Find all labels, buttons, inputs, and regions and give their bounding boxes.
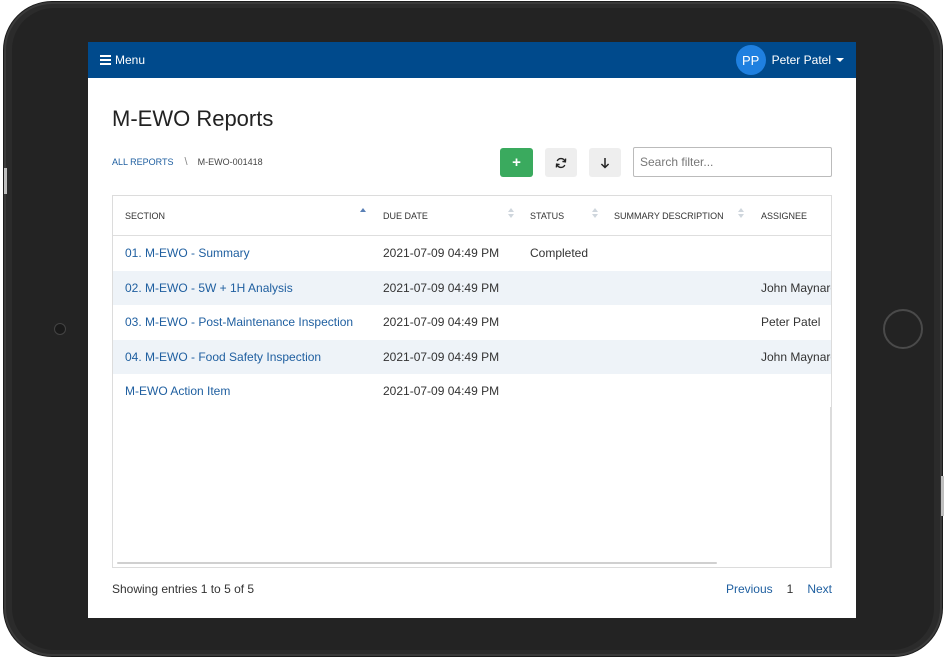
- menu-button[interactable]: Menu: [100, 53, 145, 67]
- sort-icon[interactable]: [738, 208, 744, 222]
- column-header-due-date[interactable]: DUE DATE: [383, 196, 428, 236]
- hamburger-icon: [100, 53, 111, 67]
- assignee-cell: Peter Patel: [761, 315, 821, 329]
- section-link[interactable]: 03. M-EWO - Post-Maintenance Inspection: [125, 305, 353, 339]
- column-header-label: DUE DATE: [383, 211, 428, 221]
- section-link[interactable]: 04. M-EWO - Food Safety Inspection: [125, 340, 321, 374]
- pagination: Previous 1 Next: [712, 582, 832, 596]
- avatar: PP: [735, 45, 766, 75]
- entries-info: Showing entries 1 to 5 of 5: [112, 582, 255, 596]
- breadcrumb-current: M-EWO-001418: [197, 157, 263, 167]
- user-menu[interactable]: PP Peter Patel: [735, 45, 844, 75]
- page-title: M-EWO Reports: [112, 106, 274, 131]
- menu-label: Menu: [115, 53, 146, 67]
- user-name: Peter Patel: [771, 53, 831, 67]
- refresh-icon: [555, 157, 567, 168]
- section-link[interactable]: 01. M-EWO - Summary: [125, 236, 250, 270]
- due-date-cell: 2021-07-09 04:49 PM: [383, 384, 500, 398]
- app-screen: Menu PP Peter Patel M-EWO Reports ALL RE…: [88, 42, 856, 618]
- column-header-section[interactable]: SECTION: [125, 196, 165, 236]
- section-link[interactable]: M-EWO Action Item: [125, 374, 230, 408]
- table-row[interactable]: 01. M-EWO - Summary 2021-07-09 04:49 PM …: [113, 236, 831, 270]
- assignee-cell: John Maynard: [761, 350, 832, 364]
- table-row[interactable]: M-EWO Action Item 2021-07-09 04:49 PM: [113, 374, 831, 408]
- side-button: [941, 476, 944, 516]
- horizontal-scrollbar[interactable]: [117, 562, 717, 564]
- column-header-label: SUMMARY DESCRIPTION: [614, 211, 724, 221]
- volume-button: [4, 168, 7, 194]
- reports-table: SECTION DUE DATE STATUS SUMMARY DESCRIPT…: [112, 195, 832, 568]
- sort-asc-icon[interactable]: [360, 208, 366, 222]
- assignee-cell: John Maynard: [761, 281, 832, 295]
- breadcrumb-separator: \: [184, 156, 188, 168]
- column-header-label: ASSIGNEE: [761, 211, 808, 221]
- sort-icon[interactable]: [508, 208, 514, 222]
- download-button[interactable]: [589, 148, 621, 177]
- refresh-button[interactable]: [545, 148, 577, 177]
- breadcrumb: ALL REPORTS \ M-EWO-001418: [112, 156, 263, 168]
- previous-page-link[interactable]: Previous: [726, 582, 773, 596]
- home-button[interactable]: [883, 309, 923, 349]
- top-navbar: Menu PP Peter Patel: [88, 42, 856, 78]
- current-page[interactable]: 1: [787, 582, 794, 596]
- next-page-link[interactable]: Next: [807, 582, 832, 596]
- column-header-summary[interactable]: SUMMARY DESCRIPTION: [614, 196, 724, 236]
- camera-icon: [54, 323, 66, 335]
- due-date-cell: 2021-07-09 04:49 PM: [383, 246, 500, 260]
- plus-icon: +: [512, 154, 521, 171]
- table-row[interactable]: 03. M-EWO - Post-Maintenance Inspection …: [113, 305, 831, 339]
- sort-icon[interactable]: [592, 208, 598, 222]
- section-link[interactable]: 02. M-EWO - 5W + 1H Analysis: [125, 271, 293, 305]
- column-header-label: SECTION: [125, 211, 166, 221]
- due-date-cell: 2021-07-09 04:49 PM: [383, 350, 500, 364]
- column-header-status[interactable]: STATUS: [530, 196, 564, 236]
- column-header-assignee[interactable]: ASSIGNEE: [761, 196, 807, 236]
- breadcrumb-all-reports[interactable]: ALL REPORTS: [112, 157, 174, 167]
- column-header-label: STATUS: [530, 211, 565, 221]
- caret-down-icon: [836, 58, 844, 62]
- arrow-down-icon: [600, 157, 610, 169]
- table-row[interactable]: 02. M-EWO - 5W + 1H Analysis 2021-07-09 …: [113, 271, 832, 305]
- status-cell: Completed: [530, 246, 589, 260]
- table-row[interactable]: 04. M-EWO - Food Safety Inspection 2021-…: [113, 340, 832, 374]
- table-empty-area: [113, 407, 831, 567]
- due-date-cell: 2021-07-09 04:49 PM: [383, 315, 500, 329]
- table-divider: [830, 407, 831, 567]
- add-button[interactable]: +: [500, 148, 533, 177]
- due-date-cell: 2021-07-09 04:49 PM: [383, 281, 500, 295]
- search-input[interactable]: [633, 147, 832, 177]
